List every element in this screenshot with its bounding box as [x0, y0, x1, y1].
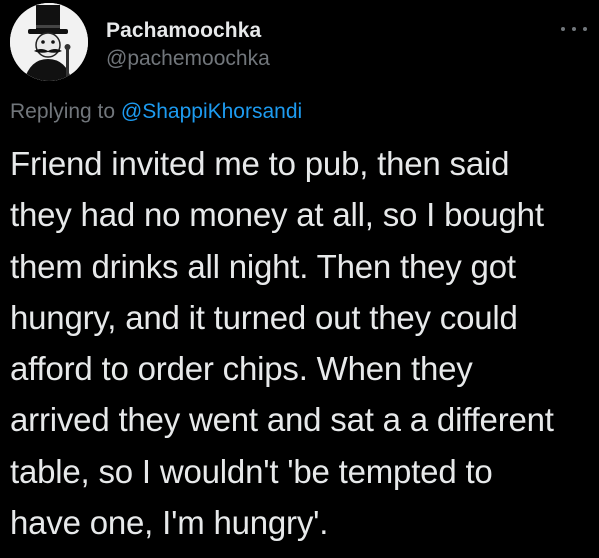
top-hat-villain-avatar-icon: [10, 3, 88, 81]
tweet-body-line: arrived they went and sat a a different: [10, 401, 554, 439]
tweet: Pachamoochka @pachemoochka Replying to @…: [0, 0, 599, 558]
tweet-body-line: hungry, and it turned out they could: [10, 298, 518, 336]
tweet-body-line: them drinks all night. Then they got: [10, 247, 516, 285]
tweet-body-line: have one, I'm hungry'.: [10, 504, 329, 542]
replying-to-line: Replying to @ShappiKhorsandi: [10, 99, 302, 125]
author-handle[interactable]: @pachemoochka: [106, 46, 270, 72]
avatar[interactable]: [10, 3, 88, 81]
more-dot: [572, 27, 576, 31]
reply-mention-link[interactable]: @ShappiKhorsandi: [121, 100, 302, 123]
tweet-header: Pachamoochka @pachemoochka: [106, 18, 270, 72]
author-display-name[interactable]: Pachamoochka: [106, 18, 270, 44]
replying-to-label: Replying to: [10, 100, 116, 123]
tweet-body-line: afford to order chips. When they: [10, 350, 473, 388]
tweet-body-line: table, so I wouldn't 'be tempted to: [10, 452, 493, 490]
tweet-body: Friend invited me to pub, then said they…: [10, 138, 590, 548]
more-options-icon[interactable]: [561, 22, 587, 36]
more-dot: [561, 27, 565, 31]
tweet-body-line: Friend invited me to pub, then said: [10, 145, 510, 182]
more-dot: [583, 27, 587, 31]
tweet-body-line: they had no money at all, so I bought: [10, 196, 544, 234]
